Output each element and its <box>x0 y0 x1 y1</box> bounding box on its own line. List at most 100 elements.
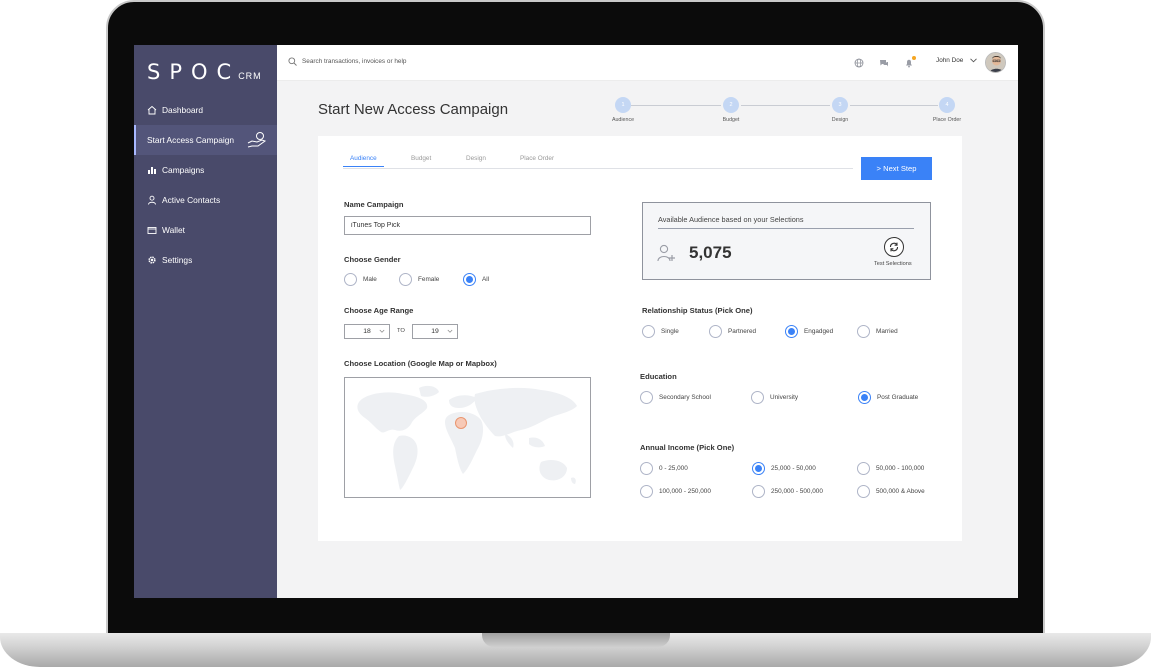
search-bar[interactable]: Search transactions, invoices or help <box>288 57 406 66</box>
sidebar-item-label: Start Access Campaign <box>147 135 235 145</box>
sidebar-item-label: Settings <box>162 255 193 265</box>
education-label: Education <box>640 372 677 381</box>
radio-label: 500,000 & Above <box>876 488 925 495</box>
step-budget[interactable]: 2 Budget <box>711 97 751 123</box>
user-menu[interactable]: John Doe <box>936 57 978 64</box>
sidebar-item-label: Dashboard <box>162 105 203 115</box>
radio-income-250000-500000[interactable]: 250,000 - 500,000 <box>752 485 823 498</box>
radio-income-50000-100000[interactable]: 50,000 - 100,000 <box>857 462 924 475</box>
step-audience[interactable]: 1 Audience <box>603 97 643 123</box>
radio-label: Engadged <box>804 328 834 335</box>
radio-circle <box>857 325 870 338</box>
radio-gender-all[interactable]: All <box>463 273 489 286</box>
radio-education-university[interactable]: University <box>751 391 798 404</box>
radio-relationship-married[interactable]: Married <box>857 325 898 338</box>
sidebar-item-wallet[interactable]: Wallet <box>134 215 277 245</box>
radio-education-secondary[interactable]: Secondary School <box>640 391 711 404</box>
radio-relationship-engadged[interactable]: Engadged <box>785 325 833 338</box>
radio-relationship-partnered[interactable]: Partnered <box>709 325 756 338</box>
radio-income-25000-50000[interactable]: 25,000 - 50,000 <box>752 462 816 475</box>
age-from-value: 18 <box>363 328 371 335</box>
radio-circle <box>785 325 798 338</box>
gear-icon <box>147 255 157 265</box>
notification-dot <box>912 56 916 60</box>
bell-icon[interactable] <box>902 56 916 70</box>
radio-circle <box>751 391 764 404</box>
step-number: 3 <box>832 97 848 113</box>
radio-circle <box>752 485 765 498</box>
age-to-select[interactable]: 19 <box>412 324 458 339</box>
chevron-down-icon <box>970 58 978 63</box>
radio-circle <box>399 273 412 286</box>
hand-coin-icon <box>247 131 267 149</box>
radio-education-post-graduate[interactable]: Post Graduate <box>858 391 918 404</box>
relationship-label: Relationship Status (Pick One) <box>642 306 753 315</box>
person-icon <box>147 195 157 205</box>
tab-place-order[interactable]: Place Order <box>520 155 554 166</box>
radio-label: Female <box>418 276 440 283</box>
radio-label: Post Graduate <box>877 394 919 401</box>
step-label: Audience <box>611 117 635 123</box>
radio-circle <box>344 273 357 286</box>
step-design[interactable]: 3 Design <box>820 97 860 123</box>
sidebar-item-active-contacts[interactable]: Active Contacts <box>134 185 277 215</box>
radio-circle <box>858 391 871 404</box>
radio-income-100000-250000[interactable]: 100,000 - 250,000 <box>640 485 711 498</box>
sidebar-item-campaigns[interactable]: Campaigns <box>134 155 277 185</box>
sidebar-item-label: Campaigns <box>162 165 205 175</box>
home-icon <box>147 105 157 115</box>
top-icons <box>852 56 927 70</box>
radio-income-0-25000[interactable]: 0 - 25,000 <box>640 462 688 475</box>
tab-audience[interactable]: Audience <box>343 155 384 167</box>
test-selections-label[interactable]: Test Selections <box>874 261 912 267</box>
bar-chart-icon <box>147 165 157 175</box>
step-connector <box>741 105 830 106</box>
search-input[interactable]: Search transactions, invoices or help <box>302 58 406 65</box>
campaign-form-card: Audience Budget Design Place Order > Nex… <box>318 136 962 541</box>
age-from-select[interactable]: 18 <box>344 324 390 339</box>
audience-count: 5,075 <box>689 243 732 262</box>
radio-label: 250,000 - 500,000 <box>771 488 823 495</box>
app-screen: SPOC CRM Dashboard Start Access Campaign <box>134 45 1018 598</box>
radio-label: 0 - 25,000 <box>659 465 688 472</box>
step-place-order[interactable]: 4 Place Order <box>927 97 967 123</box>
tab-design[interactable]: Design <box>466 155 486 166</box>
step-connector <box>631 105 721 106</box>
refresh-icon[interactable] <box>884 237 904 257</box>
map-marker[interactable] <box>455 417 467 429</box>
globe-icon[interactable] <box>852 56 866 70</box>
name-campaign-label: Name Campaign <box>344 200 404 209</box>
add-person-icon <box>657 244 675 262</box>
step-number: 4 <box>939 97 955 113</box>
sidebar-item-settings[interactable]: Settings <box>134 245 277 275</box>
radio-relationship-single[interactable]: Single <box>642 325 679 338</box>
campaign-name-field[interactable] <box>344 216 591 235</box>
top-bar: Search transactions, invoices or help Jo… <box>277 45 1018 81</box>
radio-label: University <box>770 394 799 401</box>
radio-gender-female[interactable]: Female <box>399 273 439 286</box>
laptop-notch <box>482 633 670 647</box>
chat-icon[interactable] <box>877 56 891 70</box>
audience-title: Available Audience based on your Selecti… <box>658 215 804 224</box>
radio-circle <box>463 273 476 286</box>
tab-budget[interactable]: Budget <box>411 155 431 166</box>
avatar[interactable] <box>985 52 1006 73</box>
sidebar-nav: Dashboard Start Access Campaign Campaign… <box>134 95 277 275</box>
radio-circle <box>709 325 722 338</box>
radio-circle <box>752 462 765 475</box>
next-step-button[interactable]: > Next Step <box>861 157 932 180</box>
radio-label: Secondary School <box>659 394 711 401</box>
chevron-down-icon <box>447 329 453 333</box>
step-number: 1 <box>615 97 631 113</box>
step-connector <box>850 105 938 106</box>
age-to-value: 19 <box>431 328 439 335</box>
location-map[interactable] <box>344 377 591 498</box>
radio-gender-male[interactable]: Male <box>344 273 377 286</box>
radio-circle <box>640 462 653 475</box>
sidebar-item-start-access-campaign[interactable]: Start Access Campaign <box>134 125 277 155</box>
world-map <box>357 385 577 490</box>
logo[interactable]: SPOC CRM <box>147 60 262 86</box>
sidebar-item-dashboard[interactable]: Dashboard <box>134 95 277 125</box>
logo-main: SPOC <box>147 60 241 84</box>
radio-income-500000-above[interactable]: 500,000 & Above <box>857 485 925 498</box>
